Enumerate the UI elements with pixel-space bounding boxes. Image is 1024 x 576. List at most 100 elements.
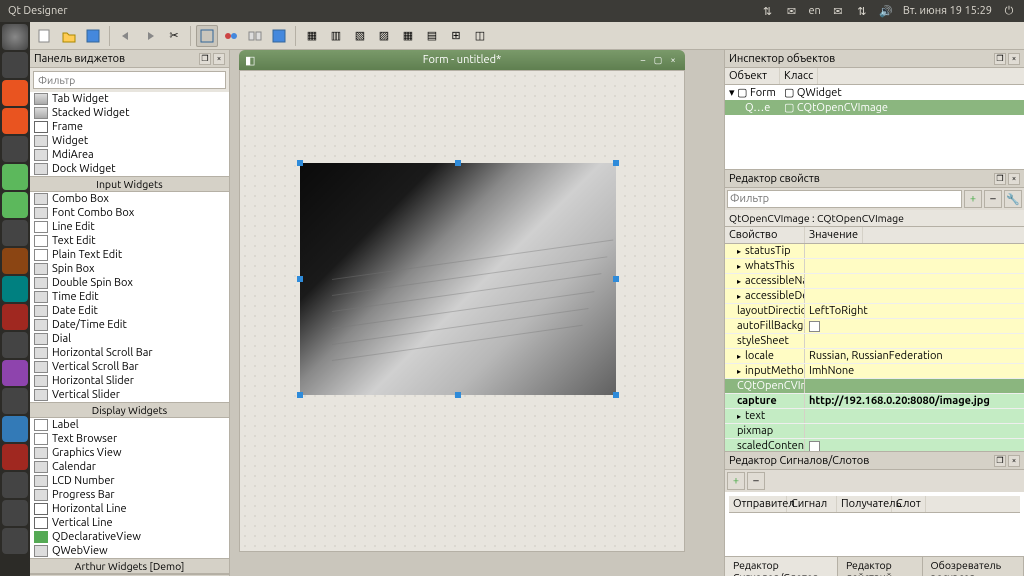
widget-item[interactable]: Dial [30, 332, 229, 346]
widget-item[interactable]: Widget [30, 134, 229, 148]
prop-value-cell[interactable] [805, 289, 1024, 303]
redo-button[interactable] [139, 25, 161, 47]
prop-value-cell[interactable] [805, 424, 1024, 438]
clock[interactable]: Вт. июня 19 15:29 [903, 5, 992, 17]
widget-item[interactable]: Calendar [30, 460, 229, 474]
opencv-image-widget[interactable] [300, 163, 616, 395]
prop-col-value[interactable]: Значение [805, 227, 863, 243]
launcher-app5[interactable] [2, 276, 28, 302]
sig-col-sender[interactable]: Отправител [729, 496, 787, 512]
prop-filter-input[interactable] [727, 190, 962, 208]
widget-filter-input[interactable] [33, 71, 226, 89]
widget-item[interactable]: Time Edit [30, 290, 229, 304]
widget-item[interactable]: Date Edit [30, 304, 229, 318]
layout-v-spl-button[interactable]: ▨ [373, 25, 395, 47]
signal-close-button[interactable]: × [1008, 455, 1020, 467]
widget-item[interactable]: LCD Number [30, 474, 229, 488]
break-layout-button[interactable]: ⊞ [445, 25, 467, 47]
launcher-filezilla[interactable] [2, 304, 28, 330]
prop-row[interactable]: ▸localeRussian, RussianFederation [725, 349, 1024, 364]
tree-row[interactable]: ▾ ▢ Form ▢ QWidget [725, 85, 1024, 100]
prop-value-cell[interactable]: Russian, RussianFederation [805, 349, 1024, 363]
resize-handle-se[interactable] [613, 392, 619, 398]
form-minimize-button[interactable]: – [637, 54, 649, 66]
launcher-terminal[interactable] [2, 52, 28, 78]
layout-h-spl-button[interactable]: ▧ [349, 25, 371, 47]
signal-body[interactable]: Отправител Сигнал Получатель Слот [725, 492, 1024, 556]
widget-item[interactable]: Frame [30, 120, 229, 134]
launcher-app10[interactable] [2, 500, 28, 526]
widget-item[interactable]: Dock Widget [30, 162, 229, 176]
resize-handle-nw[interactable] [297, 160, 303, 166]
form-body[interactable] [239, 70, 685, 552]
widget-item[interactable]: Stacked Widget [30, 106, 229, 120]
resize-handle-n[interactable] [455, 160, 461, 166]
widget-list[interactable]: Tab Widget Stacked Widget Frame Widget M… [30, 92, 229, 576]
widget-item[interactable]: QWebView [30, 544, 229, 558]
add-connection-button[interactable]: + [727, 472, 745, 490]
lang-indicator[interactable]: en [808, 5, 820, 17]
prop-value-cell[interactable] [805, 334, 1024, 348]
form-close-button[interactable]: × [667, 54, 679, 66]
widget-item[interactable]: Text Browser [30, 432, 229, 446]
widget-item[interactable]: Horizontal Scroll Bar [30, 346, 229, 360]
launcher-app3[interactable] [2, 220, 28, 246]
launcher-wiki[interactable] [2, 444, 28, 470]
open-button[interactable] [58, 25, 80, 47]
launcher-app9[interactable] [2, 472, 28, 498]
sig-col-signal[interactable]: Сигнал [787, 496, 837, 512]
panel-close-button[interactable]: × [213, 53, 225, 65]
prop-row[interactable]: ▸statusTip [725, 244, 1024, 259]
inspector-tree[interactable]: Объект Класс ▾ ▢ Form ▢ QWidget Q…e ▢ CQ… [725, 68, 1024, 169]
save-button[interactable] [82, 25, 104, 47]
col-object[interactable]: Объект [725, 68, 780, 84]
checkbox-icon[interactable] [809, 321, 820, 332]
form-window[interactable]: ◧ Form - untitled* – ▢ × [239, 50, 685, 552]
prop-row[interactable]: capturehttp://192.168.0.20:8080/image.jp… [725, 394, 1024, 409]
inspector-float-button[interactable]: ❐ [994, 53, 1006, 65]
widget-item[interactable]: Line Edit [30, 220, 229, 234]
prop-value-cell[interactable]: http://192.168.0.20:8080/image.jpg [805, 394, 1024, 408]
resize-handle-ne[interactable] [613, 160, 619, 166]
launcher-app8[interactable] [2, 388, 28, 414]
prop-row[interactable]: styleSheet [725, 334, 1024, 349]
sig-col-receiver[interactable]: Получатель [837, 496, 892, 512]
widget-item[interactable]: MdiArea [30, 148, 229, 162]
launcher-workspace[interactable] [2, 528, 28, 554]
remove-connection-button[interactable]: – [747, 472, 765, 490]
layout-vert-button[interactable]: ▥ [325, 25, 347, 47]
app-menu-title[interactable]: Qt Designer [8, 5, 68, 17]
col-class[interactable]: Класс [780, 68, 818, 84]
envelope-icon[interactable]: ✉ [831, 4, 845, 18]
edit-widgets-button[interactable] [196, 25, 218, 47]
form-maximize-button[interactable]: ▢ [652, 54, 664, 66]
widget-item[interactable]: Horizontal Slider [30, 374, 229, 388]
volume-icon[interactable]: 🔊 [879, 4, 893, 18]
widget-item[interactable]: Graphics View [30, 446, 229, 460]
layout-horiz-button[interactable]: ▦ [301, 25, 323, 47]
launcher-app4[interactable] [2, 248, 28, 274]
resize-handle-w[interactable] [297, 276, 303, 282]
widget-item[interactable]: Horizontal Line [30, 502, 229, 516]
widget-item[interactable]: Tab Widget [30, 92, 229, 106]
panel-float-button[interactable]: ❐ [199, 53, 211, 65]
prop-value-cell[interactable] [805, 319, 1024, 333]
undo-button[interactable] [115, 25, 137, 47]
widget-item[interactable]: Text Edit [30, 234, 229, 248]
prop-value-cell[interactable] [805, 244, 1024, 258]
widget-item[interactable]: Spin Box [30, 262, 229, 276]
launcher-chromium[interactable] [2, 416, 28, 442]
launcher-app6[interactable] [2, 332, 28, 358]
layout-grid-button[interactable]: ▦ [397, 25, 419, 47]
prop-float-button[interactable]: ❐ [994, 173, 1006, 185]
launcher-qtcreator[interactable] [2, 164, 28, 190]
prop-value-cell[interactable] [805, 409, 1024, 423]
resize-handle-sw[interactable] [297, 392, 303, 398]
prop-row[interactable]: CQtOpenCVImage [725, 379, 1024, 394]
widget-item[interactable]: Plain Text Edit [30, 248, 229, 262]
category-input-widgets[interactable]: Input Widgets [30, 176, 229, 192]
widget-item[interactable]: Vertical Scroll Bar [30, 360, 229, 374]
cut-button[interactable]: ✂ [163, 25, 185, 47]
launcher-app7[interactable] [2, 360, 28, 386]
new-form-button[interactable] [34, 25, 56, 47]
